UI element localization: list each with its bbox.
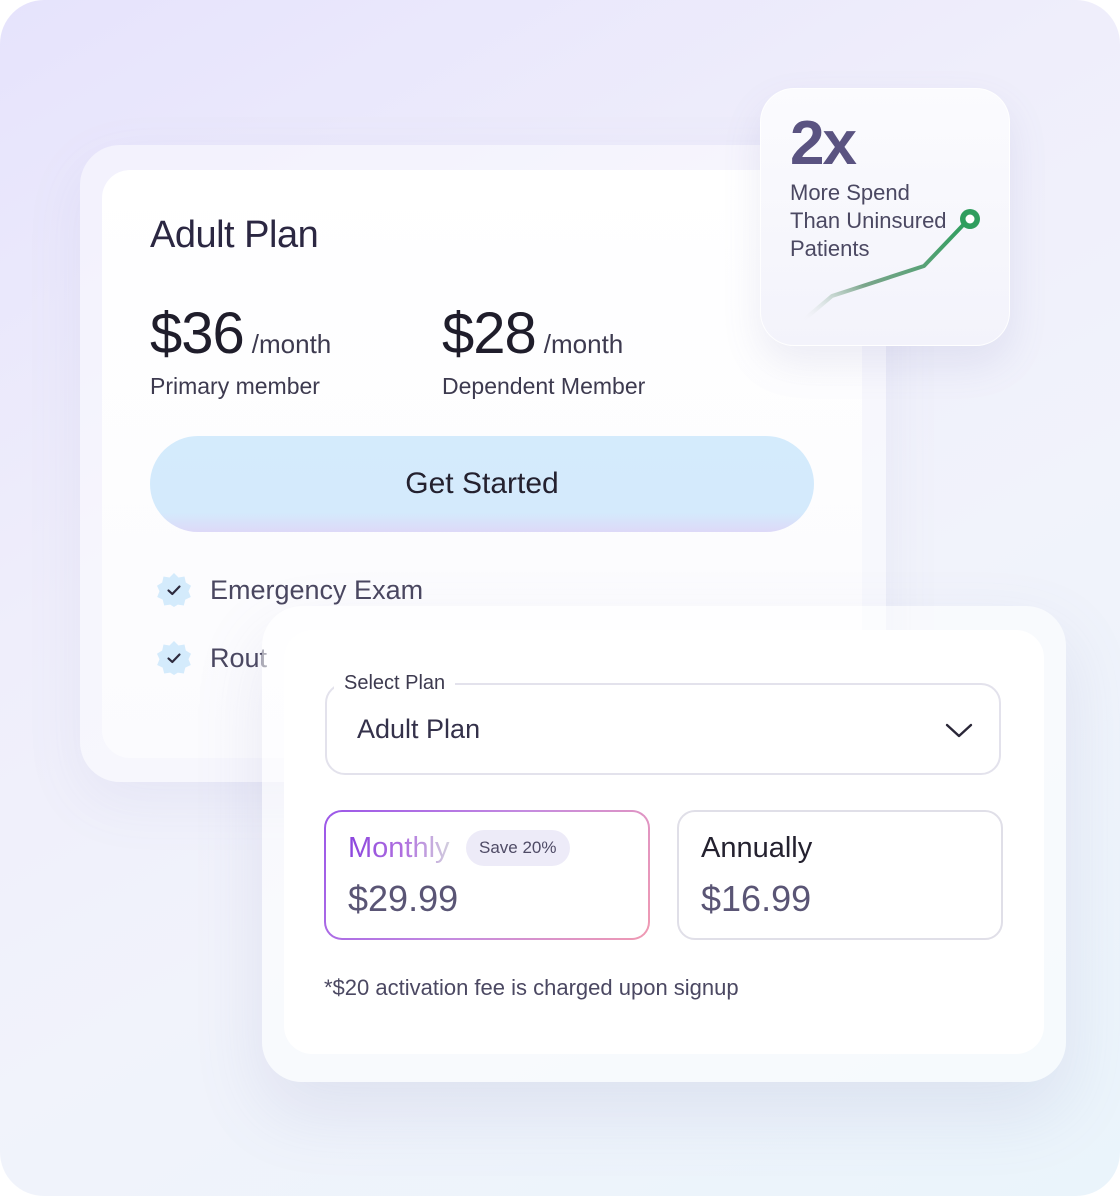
feature-item: Emergency Exam — [156, 572, 423, 608]
dependent-member-price: $28/month Dependent Member — [442, 300, 645, 400]
feature-item: Rout — [156, 640, 267, 676]
feature-label: Emergency Exam — [210, 574, 424, 605]
chevron-down-icon[interactable] — [944, 718, 974, 742]
select-plan-label: Select Plan — [334, 672, 456, 695]
save-badge: Save 20% — [466, 830, 570, 866]
stat-value: 2x — [790, 109, 857, 178]
price-label: Dependent Member — [442, 373, 646, 399]
select-value: Adult Plan — [357, 714, 481, 744]
price-label: Primary member — [150, 373, 320, 399]
primary-member-price: $36/month Primary member — [150, 300, 331, 400]
billing-option-annually[interactable]: Annually $16.99 — [677, 810, 1003, 940]
price-period: /month — [543, 329, 624, 359]
activation-fee-note: *$20 activation fee is charged upon sign… — [324, 975, 739, 1000]
feature-label: Rout — [210, 642, 268, 673]
check-badge-icon — [157, 641, 191, 675]
option-price: $29.99 — [348, 878, 459, 919]
get-started-button[interactable]: Get Started — [150, 436, 814, 532]
trend-line-icon — [804, 209, 980, 320]
check-badge-icon — [157, 573, 191, 607]
option-title: Monthly — [348, 832, 450, 864]
plan-title: Adult Plan — [150, 214, 319, 256]
price-amount: $36 — [150, 301, 245, 366]
billing-option-monthly[interactable]: Monthly Save 20% $29.99 — [324, 810, 650, 940]
price-period: /month — [251, 329, 332, 359]
pricing-stage: Adult Plan $36/month Primary member $28/… — [0, 0, 1120, 1196]
option-price: $16.99 — [701, 878, 812, 919]
price-amount: $28 — [442, 301, 537, 366]
option-title: Annually — [701, 832, 813, 864]
